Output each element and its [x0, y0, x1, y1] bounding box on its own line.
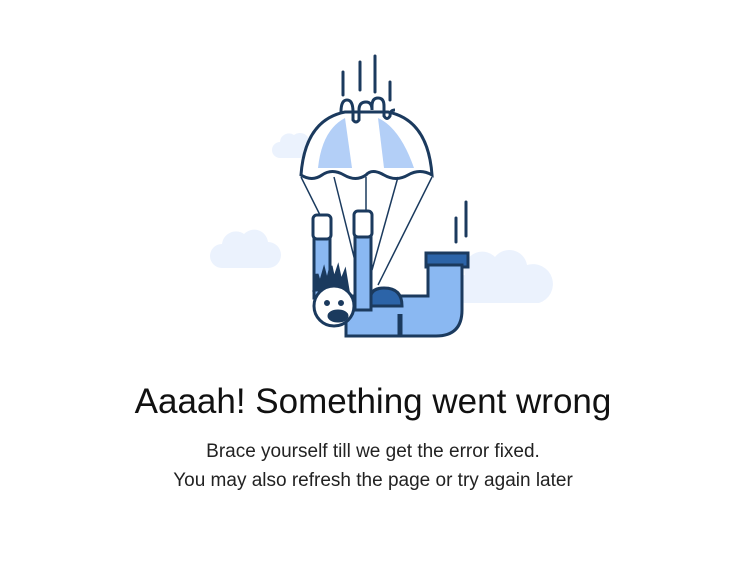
skydiver [311, 209, 470, 338]
error-message-line-2: You may also refresh the page or try aga… [173, 470, 573, 491]
parachute-skydiver-icon [210, 54, 553, 338]
canopy [299, 96, 434, 180]
error-message-line-1: Brace yourself till we get the error fix… [206, 441, 540, 462]
error-title: Aaaah! Something went wrong [134, 382, 612, 421]
